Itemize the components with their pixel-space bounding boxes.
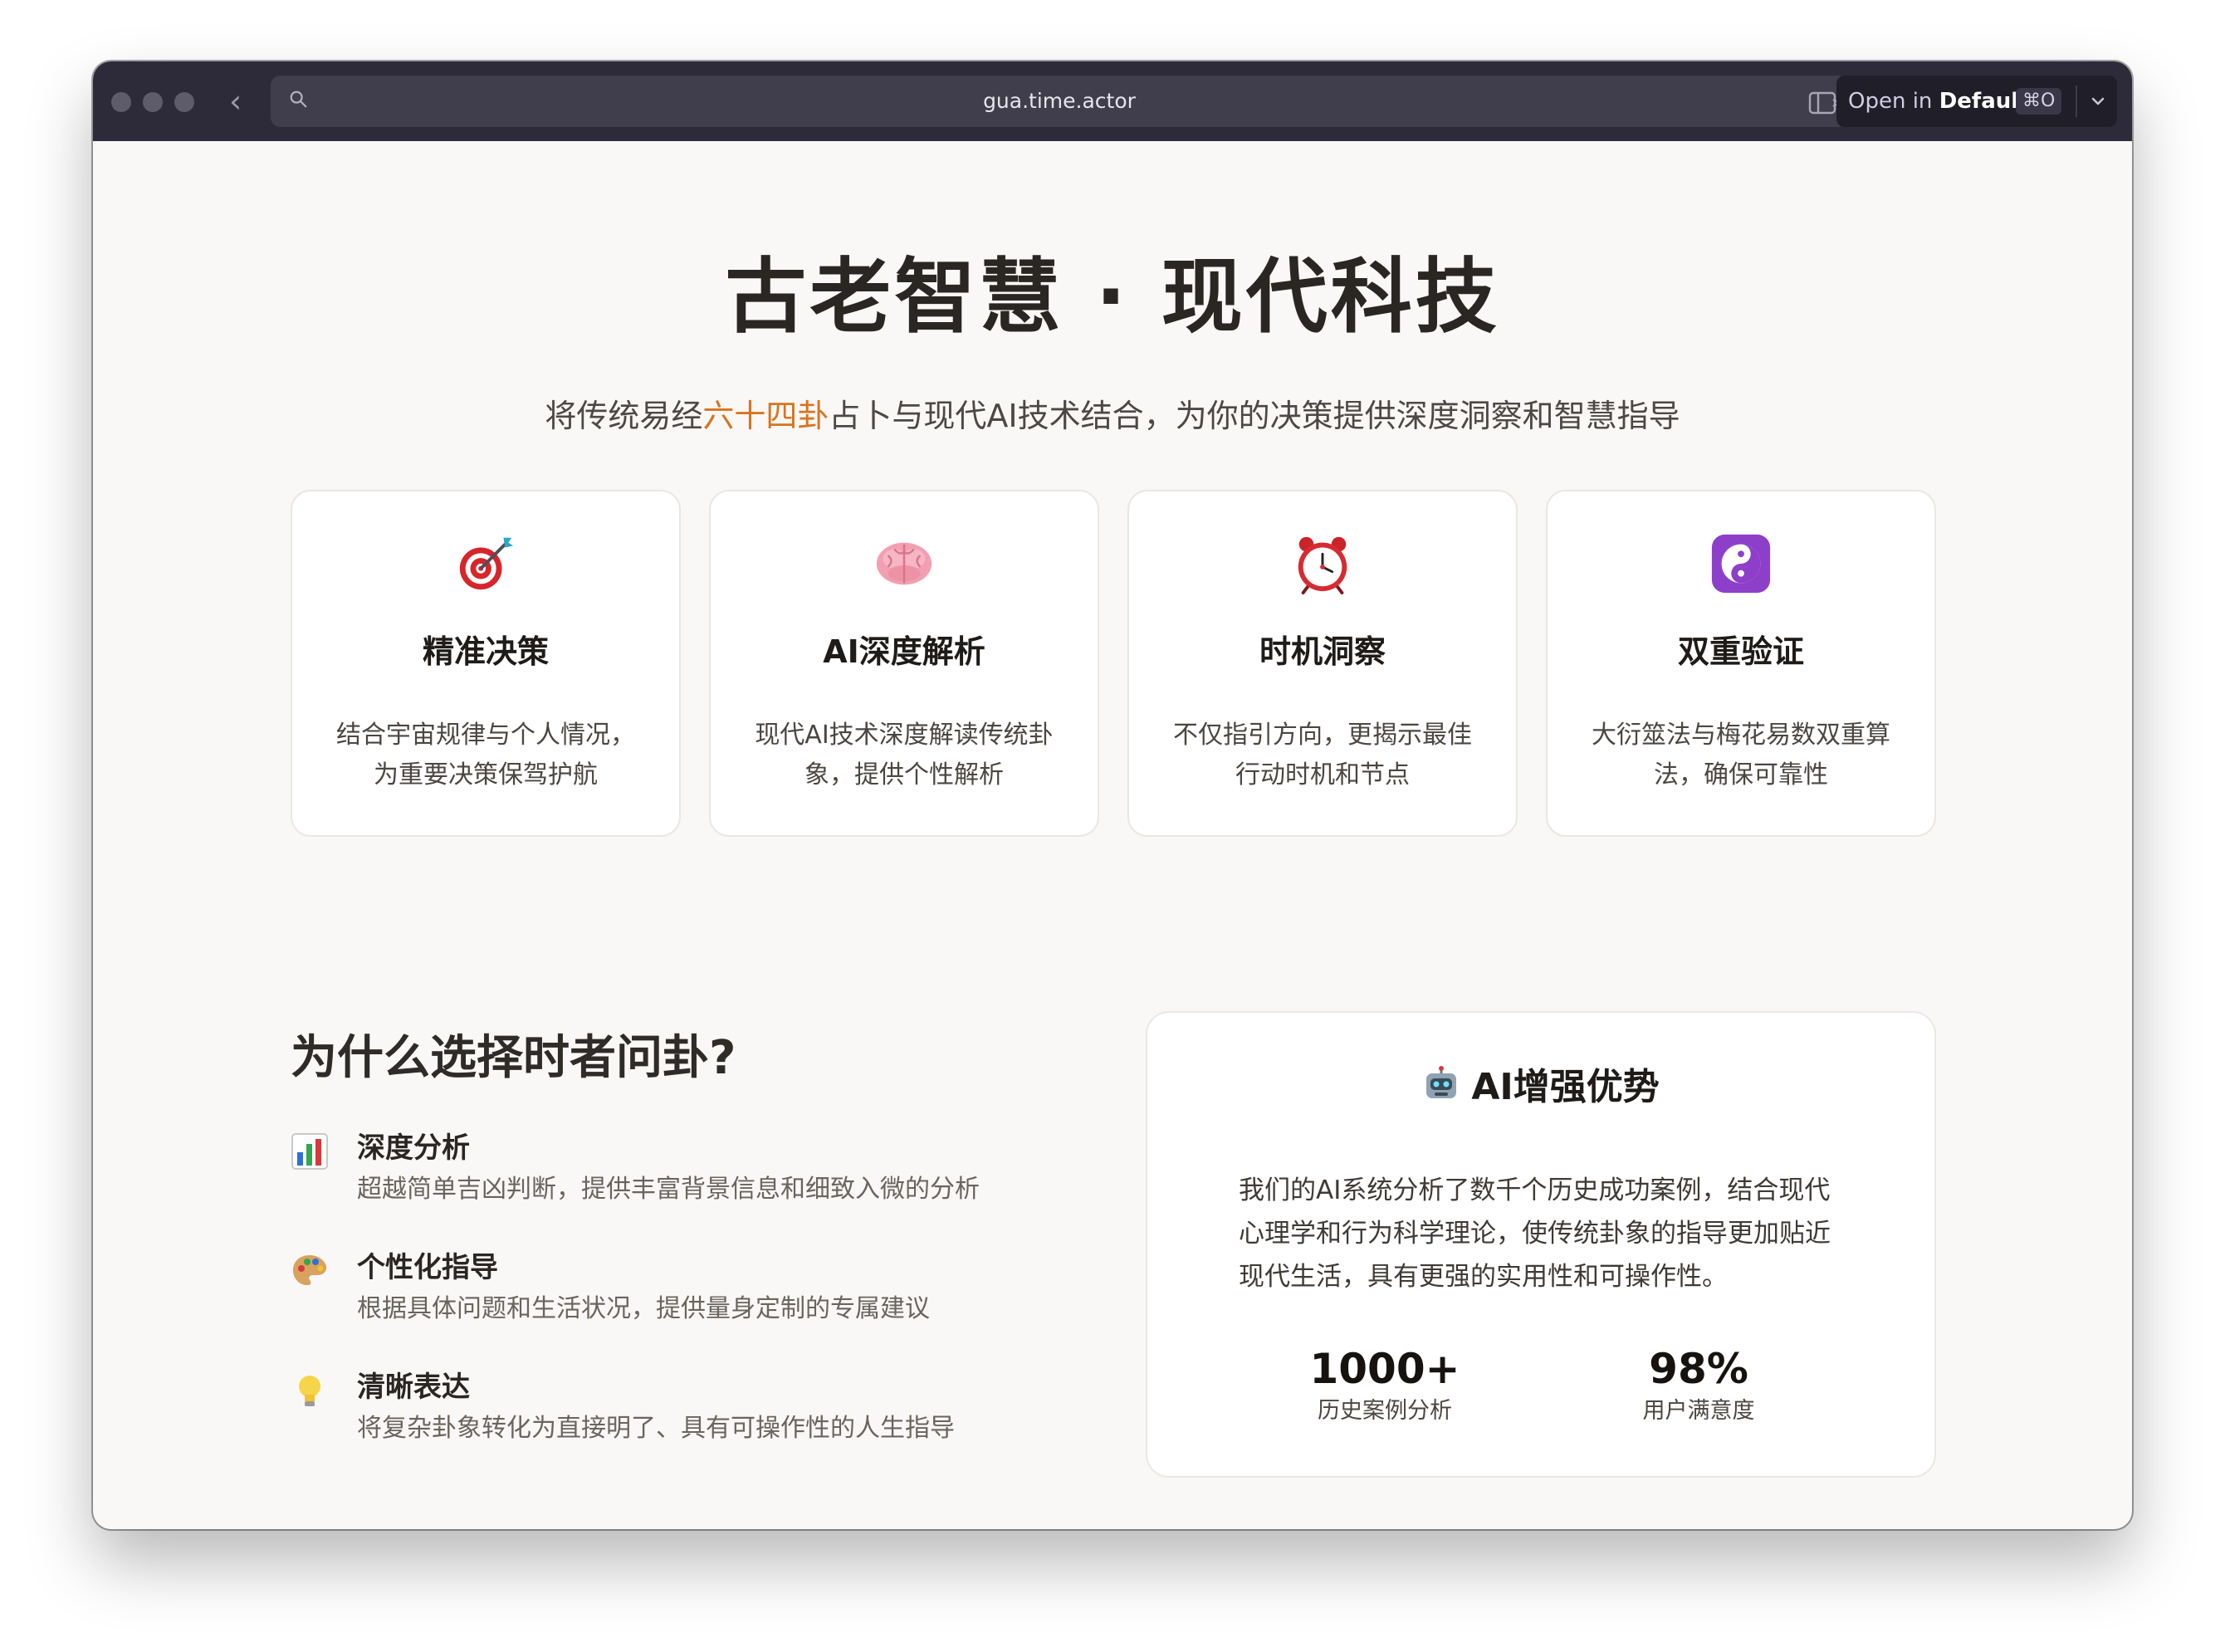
card-title: AI深度解析 <box>823 633 985 670</box>
open-in-default-button[interactable]: Open in Default ⌘O <box>1836 76 2117 127</box>
target-icon <box>459 537 514 590</box>
card-description: 现代AI技术深度解读传统卦象，提供个性解析 <box>755 721 1054 789</box>
yin-yang-icon <box>1711 534 1771 594</box>
window-minimize-button[interactable] <box>143 92 163 112</box>
window-zoom-button[interactable] <box>174 92 194 112</box>
feature-card-precise-decision: 精准决策 结合宇宙规律与个人情况，为重要决策保驾护航 <box>291 490 681 837</box>
stat-label: 用户满意度 <box>1642 1398 1755 1424</box>
bar-chart-icon <box>291 1133 328 1170</box>
stat-label: 历史案例分析 <box>1318 1398 1452 1424</box>
benefit-description: 超越简单吉凶判断，提供丰富背景信息和细致入微的分析 <box>357 1175 980 1204</box>
ai-panel-text: 我们的AI系统分析了数千个历史成功案例，结合现代心理学和行为科学理论，使传统卦象… <box>1239 1175 1831 1292</box>
robot-icon <box>1426 1066 1457 1098</box>
card-title: 时机洞察 <box>1259 633 1386 670</box>
benefit-title: 个性化指导 <box>357 1251 498 1284</box>
feature-card-timing-insight: 时机洞察 不仅指引方向，更揭示最佳行动时机和节点 <box>1127 490 1518 837</box>
benefit-item-personalized: 个性化指导 根据具体问题和生活状况，提供量身定制的专属建议 <box>291 1249 1121 1340</box>
address-bar[interactable]: gua.time.actor <box>271 76 1895 127</box>
ai-panel-title: AI增强优势 <box>1471 1066 1660 1108</box>
back-button[interactable]: ‹ <box>229 81 242 121</box>
why-section-title: 为什么选择时者问卦? <box>291 1031 736 1085</box>
card-title: 精准决策 <box>422 633 549 670</box>
hero-subtitle: 将传统易经六十四卦占卜与现代AI技术结合，为你的决策提供深度洞察和智慧指导 <box>545 398 1680 434</box>
benefit-item-deep-analysis: 深度分析 超越简单吉凶判断，提供丰富背景信息和细致入微的分析 <box>291 1129 1121 1220</box>
benefit-title: 深度分析 <box>357 1131 470 1165</box>
stat-cases: 1000+ 历史案例分析 <box>1260 1343 1509 1428</box>
brain-icon <box>876 542 932 585</box>
shortcut-badge: ⌘O <box>2016 88 2062 115</box>
feature-card-dual-verification: 双重验证 大衍筮法与梅花易数双重算法，确保可靠性 <box>1546 490 1936 837</box>
highlight-text: 六十四卦 <box>702 398 829 434</box>
card-description: 结合宇宙规律与个人情况，为重要决策保驾护航 <box>336 721 635 789</box>
benefit-description: 根据具体问题和生活状况，提供量身定制的专属建议 <box>357 1294 930 1323</box>
chevron-down-icon[interactable] <box>2084 87 2112 115</box>
browser-window: ‹ gua.time.actor Open in Default ⌘O 古老智慧… <box>93 61 2132 1529</box>
benefit-title: 清晰表达 <box>357 1371 470 1404</box>
open-in-label: Open in <box>1848 89 1933 114</box>
stat-satisfaction: 98% 用户满意度 <box>1574 1343 1823 1428</box>
window-close-button[interactable] <box>111 92 131 112</box>
card-title: 双重验证 <box>1677 633 1804 670</box>
url-text: gua.time.actor <box>983 89 1136 113</box>
alarm-clock-icon <box>1298 536 1347 595</box>
light-bulb-icon <box>299 1376 320 1406</box>
stat-value: 98% <box>1649 1345 1748 1393</box>
benefit-item-clear-expression: 清晰表达 将复杂卦象转化为直接明了、具有可操作性的人生指导 <box>291 1368 1121 1459</box>
hero-title: 古老智慧 · 现代科技 <box>725 250 1500 345</box>
palette-icon <box>292 1255 327 1286</box>
card-description: 不仅指引方向，更揭示最佳行动时机和节点 <box>1173 721 1472 789</box>
card-description: 大衍筮法与梅花易数双重算法，确保可靠性 <box>1592 721 1890 789</box>
ai-advantage-panel: AI增强优势 我们的AI系统分析了数千个历史成功案例，结合现代心理学和行为科学理… <box>1146 1011 1936 1478</box>
browser-toolbar: ‹ gua.time.actor Open in Default ⌘O <box>93 61 2132 141</box>
benefit-description: 将复杂卦象转化为直接明了、具有可操作性的人生指导 <box>357 1414 955 1443</box>
stat-value: 1000+ <box>1309 1345 1460 1393</box>
feature-card-ai-analysis: AI深度解析 现代AI技术深度解读传统卦象，提供个性解析 <box>709 490 1099 837</box>
page-content: 古老智慧 · 现代科技 将传统易经六十四卦占卜与现代AI技术结合，为你的决策提供… <box>93 141 2132 1529</box>
